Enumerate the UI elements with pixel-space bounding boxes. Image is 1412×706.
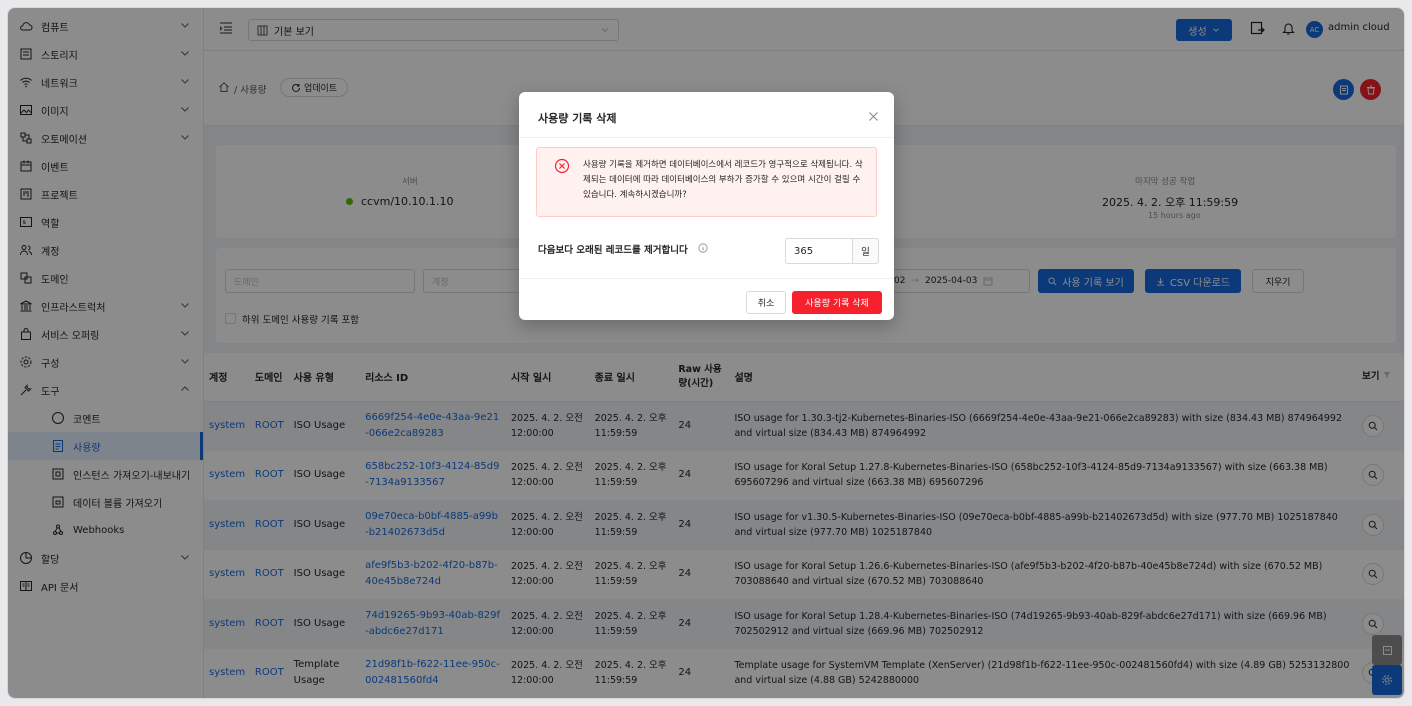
app-window: 컴퓨트 스토리지 네트워크 이미지 오토메이션 이벤트 프로젝트 역할 계정 도메인 인프라스트럭처… xyxy=(7,7,1405,699)
error-circle-icon xyxy=(554,158,570,177)
modal-divider xyxy=(519,137,894,138)
modal-footer-divider xyxy=(519,278,894,279)
confirm-delete-label: 사용량 기록 삭제 xyxy=(805,299,869,309)
alert-text: 사용량 기록을 제거하면 데이터베이스에서 레코드가 영구적으로 삭제됩니다. … xyxy=(583,160,863,200)
close-icon[interactable] xyxy=(868,111,879,125)
days-value: 365 xyxy=(794,245,814,257)
warning-alert: 사용량 기록을 제거하면 데이터베이스에서 레코드가 영구적으로 삭제됩니다. … xyxy=(536,147,877,217)
info-icon[interactable] xyxy=(698,243,708,256)
days-unit-label: 일 xyxy=(861,247,870,258)
days-input[interactable]: 365 xyxy=(785,238,853,264)
delete-usage-modal: 사용량 기록 삭제 사용량 기록을 제거하면 데이터베이스에서 레코드가 영구적… xyxy=(519,92,894,320)
days-unit: 일 xyxy=(852,238,879,264)
modal-title: 사용량 기록 삭제 xyxy=(538,112,617,125)
cancel-label: 취소 xyxy=(757,299,775,309)
days-label: 다음보다 오래된 레코드를 제거합니다 xyxy=(538,245,688,256)
confirm-delete-button[interactable]: 사용량 기록 삭제 xyxy=(792,291,882,314)
cancel-button[interactable]: 취소 xyxy=(746,291,786,314)
